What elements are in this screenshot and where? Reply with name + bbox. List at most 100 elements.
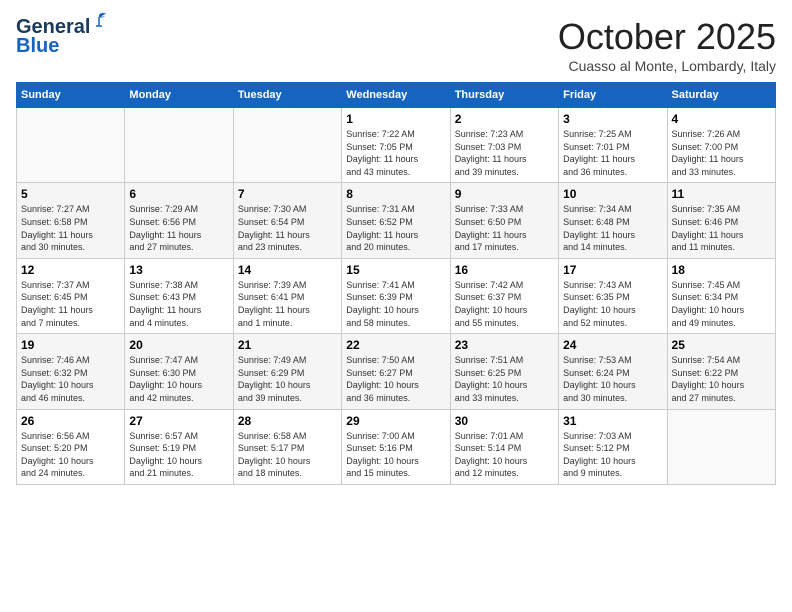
weekday-header-saturday: Saturday [667,83,775,108]
calendar-cell: 23 Sunrise: 7:51 AM Sunset: 6:25 PM Dayli… [450,334,558,409]
calendar-cell: 16 Sunrise: 7:42 AM Sunset: 6:37 PM Dayli… [450,258,558,333]
day-info: Sunrise: 7:25 AM Sunset: 7:01 PM Dayligh… [563,128,662,178]
day-info: Sunrise: 7:26 AM Sunset: 7:00 PM Dayligh… [672,128,771,178]
day-number: 27 [129,414,228,428]
day-info: Sunrise: 7:49 AM Sunset: 6:29 PM Dayligh… [238,354,337,404]
day-info: Sunrise: 6:58 AM Sunset: 5:17 PM Dayligh… [238,430,337,480]
page-header: General Blue October 2025 Cuasso al Mont… [16,16,776,74]
day-info: Sunrise: 7:30 AM Sunset: 6:54 PM Dayligh… [238,203,337,253]
calendar-cell: 15 Sunrise: 7:41 AM Sunset: 6:39 PM Dayli… [342,258,450,333]
day-number: 12 [21,263,120,277]
day-number: 26 [21,414,120,428]
day-info: Sunrise: 7:51 AM Sunset: 6:25 PM Dayligh… [455,354,554,404]
day-number: 6 [129,187,228,201]
day-number: 23 [455,338,554,352]
calendar-cell: 18 Sunrise: 7:45 AM Sunset: 6:34 PM Dayli… [667,258,775,333]
day-info: Sunrise: 7:41 AM Sunset: 6:39 PM Dayligh… [346,279,445,329]
calendar-header-row: SundayMondayTuesdayWednesdayThursdayFrid… [17,83,776,108]
weekday-header-thursday: Thursday [450,83,558,108]
weekday-header-friday: Friday [559,83,667,108]
calendar-cell: 24 Sunrise: 7:53 AM Sunset: 6:24 PM Dayli… [559,334,667,409]
calendar-cell: 2 Sunrise: 7:23 AM Sunset: 7:03 PM Daylig… [450,108,558,183]
calendar-cell: 3 Sunrise: 7:25 AM Sunset: 7:01 PM Daylig… [559,108,667,183]
calendar-cell: 28 Sunrise: 6:58 AM Sunset: 5:17 PM Dayli… [233,409,341,484]
calendar-cell: 5 Sunrise: 7:27 AM Sunset: 6:58 PM Daylig… [17,183,125,258]
month-title: October 2025 [558,16,776,58]
day-number: 22 [346,338,445,352]
day-info: Sunrise: 6:57 AM Sunset: 5:19 PM Dayligh… [129,430,228,480]
day-number: 5 [21,187,120,201]
calendar-cell: 25 Sunrise: 7:54 AM Sunset: 6:22 PM Dayli… [667,334,775,409]
day-info: Sunrise: 7:53 AM Sunset: 6:24 PM Dayligh… [563,354,662,404]
day-info: Sunrise: 7:29 AM Sunset: 6:56 PM Dayligh… [129,203,228,253]
day-number: 9 [455,187,554,201]
calendar-week-row: 5 Sunrise: 7:27 AM Sunset: 6:58 PM Daylig… [17,183,776,258]
day-info: Sunrise: 7:50 AM Sunset: 6:27 PM Dayligh… [346,354,445,404]
day-number: 29 [346,414,445,428]
day-info: Sunrise: 7:54 AM Sunset: 6:22 PM Dayligh… [672,354,771,404]
day-info: Sunrise: 7:31 AM Sunset: 6:52 PM Dayligh… [346,203,445,253]
day-info: Sunrise: 6:56 AM Sunset: 5:20 PM Dayligh… [21,430,120,480]
day-info: Sunrise: 7:22 AM Sunset: 7:05 PM Dayligh… [346,128,445,178]
calendar-cell: 14Sunrise: 7:39 AM Sunset: 6:41 PM Dayli… [233,258,341,333]
day-info: Sunrise: 7:43 AM Sunset: 6:35 PM Dayligh… [563,279,662,329]
day-info: Sunrise: 7:23 AM Sunset: 7:03 PM Dayligh… [455,128,554,178]
day-info: Sunrise: 7:45 AM Sunset: 6:34 PM Dayligh… [672,279,771,329]
day-info: Sunrise: 7:33 AM Sunset: 6:50 PM Dayligh… [455,203,554,253]
day-info: Sunrise: 7:42 AM Sunset: 6:37 PM Dayligh… [455,279,554,329]
calendar-cell: 9 Sunrise: 7:33 AM Sunset: 6:50 PM Daylig… [450,183,558,258]
day-number: 19 [21,338,120,352]
calendar-cell: 11Sunrise: 7:35 AM Sunset: 6:46 PM Dayli… [667,183,775,258]
weekday-header-monday: Monday [125,83,233,108]
day-info: Sunrise: 7:46 AM Sunset: 6:32 PM Dayligh… [21,354,120,404]
calendar-cell [233,108,341,183]
calendar-cell: 20Sunrise: 7:47 AM Sunset: 6:30 PM Dayli… [125,334,233,409]
title-area: October 2025 Cuasso al Monte, Lombardy, … [558,16,776,74]
calendar-cell: 17 Sunrise: 7:43 AM Sunset: 6:35 PM Dayli… [559,258,667,333]
day-number: 15 [346,263,445,277]
calendar-cell: 10 Sunrise: 7:34 AM Sunset: 6:48 PM Dayli… [559,183,667,258]
day-number: 7 [238,187,337,201]
calendar-cell [17,108,125,183]
calendar-cell [667,409,775,484]
weekday-header-wednesday: Wednesday [342,83,450,108]
day-info: Sunrise: 7:00 AM Sunset: 5:16 PM Dayligh… [346,430,445,480]
day-number: 10 [563,187,662,201]
calendar-week-row: 12Sunrise: 7:37 AM Sunset: 6:45 PM Dayli… [17,258,776,333]
day-number: 3 [563,112,662,126]
day-number: 11 [672,187,771,201]
logo-bird-icon [90,12,108,30]
calendar-cell: 7 Sunrise: 7:30 AM Sunset: 6:54 PM Daylig… [233,183,341,258]
day-number: 16 [455,263,554,277]
calendar-table: SundayMondayTuesdayWednesdayThursdayFrid… [16,82,776,485]
calendar-cell: 12Sunrise: 7:37 AM Sunset: 6:45 PM Dayli… [17,258,125,333]
logo: General Blue [16,16,90,58]
day-number: 30 [455,414,554,428]
calendar-cell: 19 Sunrise: 7:46 AM Sunset: 6:32 PM Dayli… [17,334,125,409]
weekday-header-tuesday: Tuesday [233,83,341,108]
day-number: 1 [346,112,445,126]
day-number: 13 [129,263,228,277]
calendar-week-row: 19 Sunrise: 7:46 AM Sunset: 6:32 PM Dayli… [17,334,776,409]
logo-general: General [16,16,90,38]
day-number: 8 [346,187,445,201]
calendar-cell: 6 Sunrise: 7:29 AM Sunset: 6:56 PM Daylig… [125,183,233,258]
calendar-cell: 22 Sunrise: 7:50 AM Sunset: 6:27 PM Dayli… [342,334,450,409]
location: Cuasso al Monte, Lombardy, Italy [558,58,776,74]
day-info: Sunrise: 7:34 AM Sunset: 6:48 PM Dayligh… [563,203,662,253]
day-number: 4 [672,112,771,126]
calendar-cell: 1 Sunrise: 7:22 AM Sunset: 7:05 PM Daylig… [342,108,450,183]
day-number: 17 [563,263,662,277]
calendar-week-row: 26 Sunrise: 6:56 AM Sunset: 5:20 PM Dayli… [17,409,776,484]
calendar-cell: 13 Sunrise: 7:38 AM Sunset: 6:43 PM Dayli… [125,258,233,333]
day-info: Sunrise: 7:38 AM Sunset: 6:43 PM Dayligh… [129,279,228,329]
day-number: 25 [672,338,771,352]
weekday-header-sunday: Sunday [17,83,125,108]
day-number: 18 [672,263,771,277]
calendar-cell: 29 Sunrise: 7:00 AM Sunset: 5:16 PM Dayli… [342,409,450,484]
day-number: 2 [455,112,554,126]
day-number: 28 [238,414,337,428]
day-number: 31 [563,414,662,428]
day-number: 24 [563,338,662,352]
day-info: Sunrise: 7:27 AM Sunset: 6:58 PM Dayligh… [21,203,120,253]
